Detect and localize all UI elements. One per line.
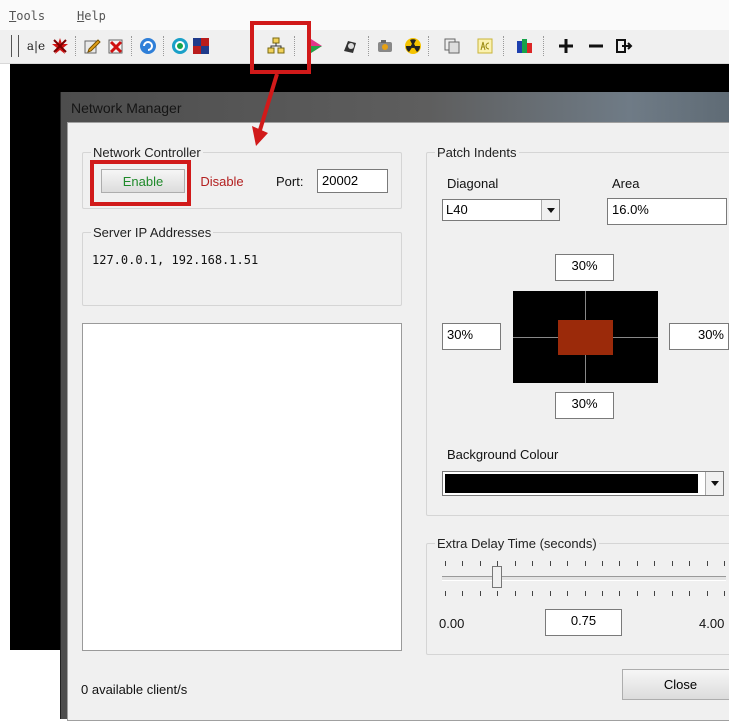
- annotation-arrow-icon: [252, 73, 279, 146]
